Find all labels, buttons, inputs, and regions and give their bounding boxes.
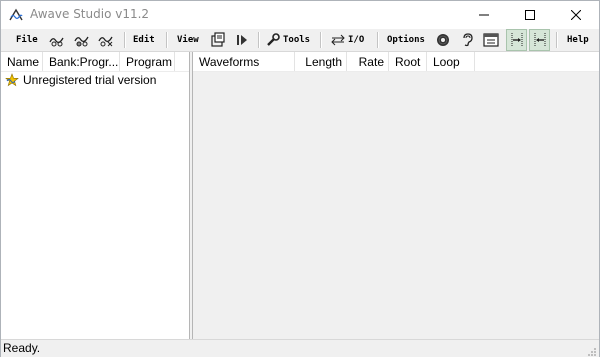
new-instrument-button[interactable]: [48, 29, 66, 51]
column-header-program[interactable]: Program: [120, 52, 175, 71]
disc-icon: [437, 34, 449, 46]
tools-menu-button[interactable]: Tools: [266, 29, 310, 51]
column-header-root[interactable]: Root: [389, 52, 427, 71]
help-menu-label: Help: [567, 35, 589, 45]
instrument-new-icon: [49, 37, 64, 47]
column-header-loop[interactable]: Loop: [427, 52, 475, 71]
properties-icon: [211, 32, 225, 47]
wrench-icon: [267, 33, 280, 46]
close-button[interactable]: [553, 1, 599, 29]
instrument-tree-pane[interactable]: Name Bank:Progr... Program Unregistered …: [1, 52, 189, 339]
tools-menu-label: Tools: [283, 35, 311, 45]
cd-button[interactable]: [436, 29, 450, 51]
io-menu-label: I/O: [348, 35, 365, 45]
view-menu-button[interactable]: View: [177, 29, 199, 51]
column-header-bank-program[interactable]: Bank:Progr...: [43, 52, 120, 71]
close-icon: [571, 10, 581, 20]
tree-item-label: Unregistered trial version: [23, 73, 157, 87]
window-title: Awave Studio v11.2: [30, 7, 150, 21]
ear-icon: [463, 33, 473, 47]
keyboard-button[interactable]: [483, 29, 499, 51]
app-logo-icon: [9, 8, 23, 22]
status-text: Ready.: [3, 341, 41, 355]
play-icon: [237, 35, 247, 45]
edit-menu-label: Edit: [133, 35, 155, 45]
file-menu-label: File: [16, 35, 38, 45]
column-header-waveforms[interactable]: Waveforms: [193, 52, 295, 71]
maximize-icon: [525, 10, 535, 20]
toolbar-separator: [377, 32, 379, 48]
toolbar-separator: [258, 32, 260, 48]
view-menu-label: View: [177, 35, 199, 45]
column-header-length[interactable]: Length: [295, 52, 347, 71]
star-wave-icon: [5, 73, 19, 87]
title-bar[interactable]: Awave Studio v11.2: [1, 1, 599, 29]
split-arrow-right-icon: [511, 33, 522, 47]
listen-button[interactable]: [461, 29, 473, 51]
instrument-open-icon: [74, 36, 89, 47]
properties-button[interactable]: [210, 29, 226, 51]
status-bar: Ready.: [1, 339, 599, 357]
file-menu-button[interactable]: File: [16, 29, 38, 51]
instrument-save-icon: [98, 36, 113, 47]
waveform-list-header: Waveforms Length Rate Root Loop: [193, 52, 599, 72]
edit-menu-button[interactable]: Edit: [133, 29, 155, 51]
split-arrow-left-icon: [534, 33, 545, 47]
toolbar-separator: [320, 32, 322, 48]
resize-grip-icon[interactable]: [586, 344, 597, 356]
split-view-toggle-right[interactable]: [529, 29, 550, 51]
save-instrument-button[interactable]: [97, 29, 115, 51]
column-header-name[interactable]: Name: [1, 52, 43, 71]
toolbar-separator: [166, 32, 168, 48]
toolbar-separator: [556, 32, 558, 48]
instrument-list-header: Name Bank:Progr... Program: [1, 52, 189, 72]
toolbar: File Edit View Tools I/O Options Help: [1, 29, 599, 52]
column-header-rate[interactable]: Rate: [347, 52, 389, 71]
minimize-icon: [479, 14, 489, 16]
io-menu-button[interactable]: I/O: [331, 29, 364, 51]
options-menu-label: Options: [387, 35, 425, 45]
minimize-button[interactable]: [461, 1, 507, 29]
keyboard-window-icon: [483, 33, 499, 47]
tree-item-trial-notice[interactable]: Unregistered trial version: [5, 72, 156, 88]
waveform-list-pane[interactable]: Waveforms Length Rate Root Loop: [193, 52, 599, 339]
maximize-button[interactable]: [507, 1, 553, 29]
options-menu-button[interactable]: Options: [387, 29, 425, 51]
help-menu-button[interactable]: Help: [567, 29, 589, 51]
split-view-toggle-left[interactable]: [506, 29, 527, 51]
app-window: Awave Studio v11.2 File Edit View Tools …: [0, 0, 600, 357]
open-instrument-button[interactable]: [73, 29, 91, 51]
play-button[interactable]: [235, 29, 249, 51]
transfer-arrows-icon: [331, 34, 345, 46]
toolbar-separator: [124, 32, 126, 48]
